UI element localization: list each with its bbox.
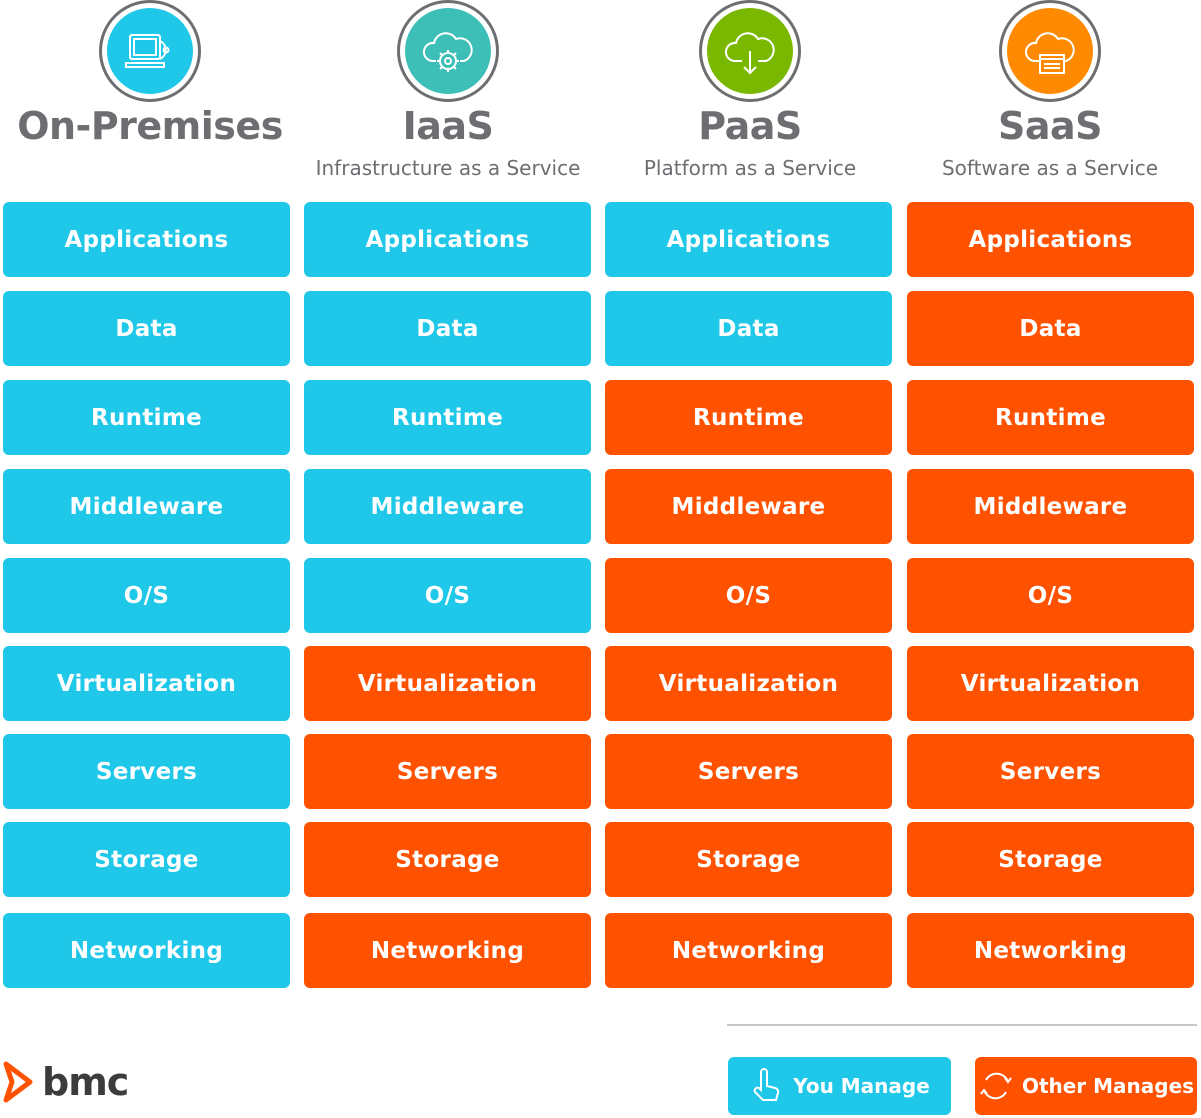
- layer-box-paas-virtualization: Virtualization: [605, 646, 892, 721]
- cloud-gear-icon: [405, 8, 491, 94]
- layer-box-iaas-servers: Servers: [304, 734, 591, 809]
- layer-box-on-premises-networking: Networking: [3, 913, 290, 988]
- layer-box-iaas-applications: Applications: [304, 202, 591, 277]
- layer-box-on-premises-runtime: Runtime: [3, 380, 290, 455]
- legend-other-manages: Other Manages: [975, 1057, 1197, 1115]
- hand-pointer-icon: [753, 1068, 780, 1101]
- legend-divider: [727, 1024, 1197, 1026]
- icon-badge: [99, 0, 201, 102]
- cloud-download-icon: [707, 8, 793, 94]
- layer-box-on-premises-servers: Servers: [3, 734, 290, 809]
- bmc-logo: bmc: [2, 1060, 129, 1104]
- layer-box-on-premises-applications: Applications: [3, 202, 290, 277]
- icon-badge: [699, 0, 801, 102]
- layer-box-paas-middleware: Middleware: [605, 469, 892, 544]
- layer-box-iaas-middleware: Middleware: [304, 469, 591, 544]
- layer-box-saas-virtualization: Virtualization: [907, 646, 1194, 721]
- layer-box-iaas-virtualization: Virtualization: [304, 646, 591, 721]
- column-title: PaaS: [698, 104, 802, 148]
- legend-label: You Manage: [793, 1074, 930, 1098]
- layer-box-paas-data: Data: [605, 291, 892, 366]
- layer-box-iaas-networking: Networking: [304, 913, 591, 988]
- layer-box-saas-runtime: Runtime: [907, 380, 1194, 455]
- layer-box-on-premises-os: O/S: [3, 558, 290, 633]
- column-subtitle: Platform as a Service: [643, 156, 857, 180]
- layer-box-saas-networking: Networking: [907, 913, 1194, 988]
- refresh-cycle-icon: [980, 1072, 1012, 1100]
- layer-box-paas-networking: Networking: [605, 913, 892, 988]
- layer-box-saas-applications: Applications: [907, 202, 1194, 277]
- layer-box-iaas-storage: Storage: [304, 822, 591, 897]
- layer-box-iaas-data: Data: [304, 291, 591, 366]
- column-title: On-Premises: [17, 104, 283, 148]
- bmc-chevron-icon: [3, 1061, 33, 1103]
- layer-box-paas-applications: Applications: [605, 202, 892, 277]
- layer-box-on-premises-storage: Storage: [3, 822, 290, 897]
- cloud-window-icon: [1007, 8, 1093, 94]
- layer-box-paas-os: O/S: [605, 558, 892, 633]
- layer-box-paas-storage: Storage: [605, 822, 892, 897]
- layer-box-saas-storage: Storage: [907, 822, 1194, 897]
- column-title: SaaS: [997, 104, 1103, 148]
- column-title: IaaS: [402, 104, 494, 148]
- column-subtitle: Infrastructure as a Service: [315, 156, 581, 180]
- layer-box-iaas-os: O/S: [304, 558, 591, 633]
- laptop-disc-icon: [107, 8, 193, 94]
- layer-box-paas-servers: Servers: [605, 734, 892, 809]
- logo-text: bmc: [42, 1060, 129, 1104]
- layer-box-saas-os: O/S: [907, 558, 1194, 633]
- column-subtitle: Software as a Service: [941, 156, 1159, 180]
- layer-box-on-premises-data: Data: [3, 291, 290, 366]
- icon-badge: [999, 0, 1101, 102]
- layer-box-on-premises-middleware: Middleware: [3, 469, 290, 544]
- layer-box-saas-servers: Servers: [907, 734, 1194, 809]
- layer-box-saas-data: Data: [907, 291, 1194, 366]
- icon-badge: [397, 0, 499, 102]
- layer-box-paas-runtime: Runtime: [605, 380, 892, 455]
- layer-box-saas-middleware: Middleware: [907, 469, 1194, 544]
- layer-box-on-premises-virtualization: Virtualization: [3, 646, 290, 721]
- legend-label: Other Manages: [1021, 1074, 1195, 1098]
- legend-you-manage: You Manage: [728, 1057, 951, 1115]
- layer-box-iaas-runtime: Runtime: [304, 380, 591, 455]
